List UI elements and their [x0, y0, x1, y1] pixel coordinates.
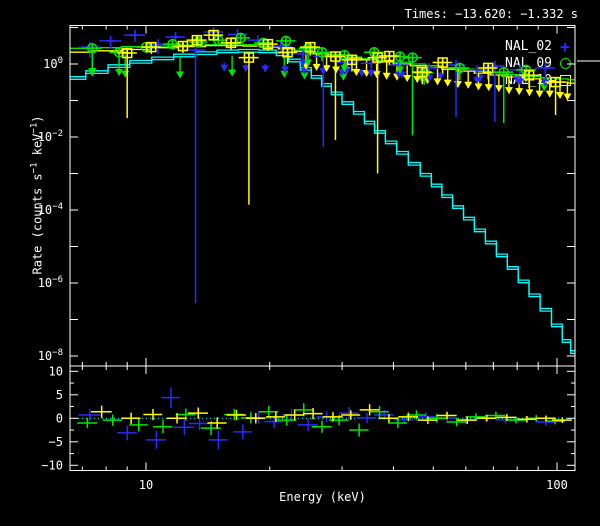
residual-panel: [70, 387, 575, 449]
res-y-tick-label: 5: [56, 388, 63, 402]
res-y-tick-label: −10: [41, 458, 63, 472]
y-axis-label-part: keV: [31, 134, 45, 163]
y-tick-label: 10−8: [38, 348, 63, 363]
res-y-tick-label: 10: [49, 364, 63, 378]
y-axis-label: Rate (counts s−1 keV−1): [30, 116, 45, 275]
y-tick-label: 100: [43, 56, 63, 71]
res-y-tick-label: 0: [56, 411, 63, 425]
y-axis-label-part: −1: [30, 162, 40, 173]
y-axis-label-part: Rate (counts s: [31, 173, 45, 274]
y-tick-label: 10−6: [38, 275, 63, 290]
y-axis-label-part: ): [31, 116, 45, 123]
times-label: Times: −13.620: −1.332 s: [405, 7, 578, 21]
x-axis-label: Energy (keV): [70, 490, 575, 504]
model-line-cyan: [70, 50, 575, 354]
y-axis-label-part: −1: [30, 123, 40, 134]
res-y-tick-label: −5: [49, 435, 63, 449]
plot-window: Times: −13.620: −1.332 s NAL_02+NAL_09NA…: [0, 0, 600, 526]
residual-series-nal_09: [77, 403, 565, 436]
main-panel: [70, 27, 575, 353]
spectrum-plot-svg: 1010010010−210−410−610−81050−5−10: [0, 0, 600, 526]
